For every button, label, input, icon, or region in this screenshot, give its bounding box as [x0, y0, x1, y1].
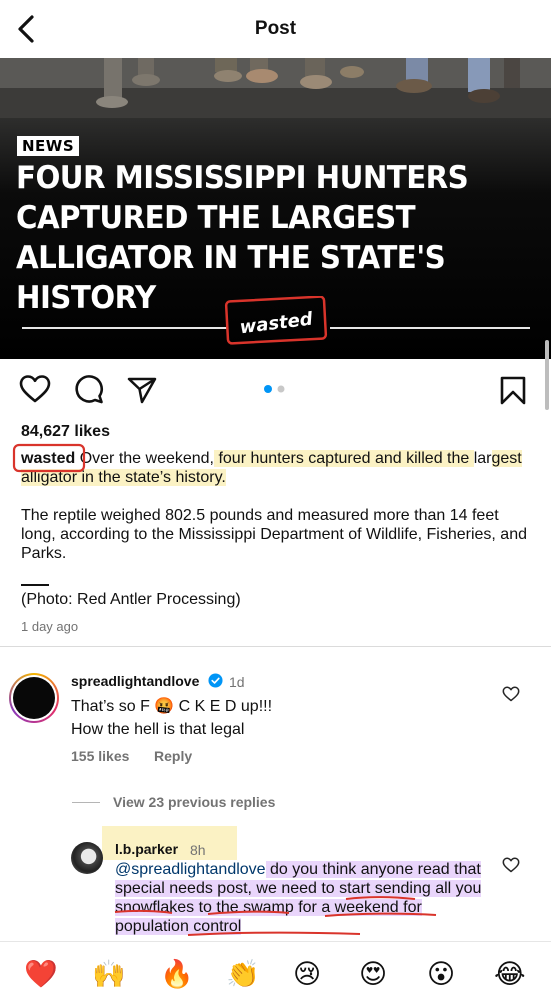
- save-bookmark-icon[interactable]: [500, 376, 526, 405]
- caption-text-1: Over the weekend,: [79, 450, 214, 467]
- news-badge: NEWS: [17, 136, 80, 156]
- scrollbar[interactable]: [545, 340, 549, 410]
- reply-time: 8h: [190, 842, 206, 858]
- verified-badge-icon: [208, 673, 223, 688]
- reply-text: @spreadlightandlove do you think anyone …: [115, 860, 485, 936]
- caption-username[interactable]: wasted: [21, 450, 75, 467]
- emoji-laughing[interactable]: 😂: [494, 960, 526, 990]
- caption-paragraph-2: The reptile weighed 802.5 pounds and mea…: [21, 507, 527, 562]
- photo-credit: (Photo: Red Antler Processing): [21, 591, 241, 608]
- top-bar: Post: [0, 0, 551, 58]
- reply-mention[interactable]: @spreadlightandlove: [115, 861, 266, 878]
- emoji-heart[interactable]: ❤️: [24, 960, 58, 990]
- emoji-fire[interactable]: 🔥: [160, 960, 194, 990]
- emoji-surprised[interactable]: 😮: [427, 960, 455, 990]
- avatar[interactable]: [71, 842, 103, 874]
- photo-legs-graphic: [0, 58, 551, 118]
- reply-like-heart-icon[interactable]: [502, 857, 520, 873]
- reply-username[interactable]: l.b.parker: [115, 841, 178, 857]
- avatar[interactable]: [9, 673, 59, 723]
- comment-likes[interactable]: 155 likes: [71, 748, 129, 764]
- wasted-logo-text: wasted: [239, 308, 315, 338]
- view-replies-line: [72, 802, 100, 803]
- headline-rule-right: [330, 327, 530, 329]
- post-image[interactable]: NEWS FOUR MISSISSIPPI HUNTERS CAPTURED T…: [0, 58, 551, 359]
- emoji-crying[interactable]: 😢: [293, 960, 321, 990]
- likes-count[interactable]: 84,627 likes: [21, 423, 110, 441]
- comment-like-heart-icon[interactable]: [502, 686, 520, 702]
- emoji-clap[interactable]: 👏: [226, 960, 260, 990]
- page-title: Post: [254, 18, 297, 39]
- comments-separator: [0, 646, 551, 647]
- share-send-icon[interactable]: [127, 376, 157, 404]
- headline: FOUR MISSISSIPPI HUNTERS CAPTURED THE LA…: [16, 160, 469, 316]
- caption-divider: [21, 584, 49, 586]
- comment-username[interactable]: spreadlightandlove: [71, 673, 199, 689]
- emoji-quick-bar: [0, 942, 551, 1000]
- caption-text-3: lar: [473, 450, 492, 467]
- carousel-dots: [264, 385, 285, 393]
- post-timestamp: 1 day ago: [21, 619, 79, 634]
- like-heart-icon[interactable]: [19, 374, 51, 404]
- comment-line-2: How the hell is that legal: [71, 721, 245, 738]
- wasted-logo: wasted: [224, 296, 328, 345]
- comment-text: That’s so F 🤬 C K E D up!!! How the hell…: [71, 695, 471, 741]
- reply-button[interactable]: Reply: [154, 748, 192, 764]
- caption-text-2: four hunters captured and killed the: [214, 450, 474, 467]
- emoji-raised-hands[interactable]: 🙌: [92, 960, 126, 990]
- view-previous-replies-button[interactable]: View 23 previous replies: [113, 794, 275, 810]
- comment-icon[interactable]: [74, 374, 104, 404]
- post-caption: wasted Over the weekend, four hunters ca…: [21, 449, 531, 582]
- headline-rule-left: [22, 327, 227, 329]
- emoji-heart-eyes[interactable]: 😍: [359, 960, 387, 990]
- comment-line-1: That’s so F 🤬 C K E D up!!!: [71, 698, 273, 715]
- comment-time: 1d: [229, 674, 245, 690]
